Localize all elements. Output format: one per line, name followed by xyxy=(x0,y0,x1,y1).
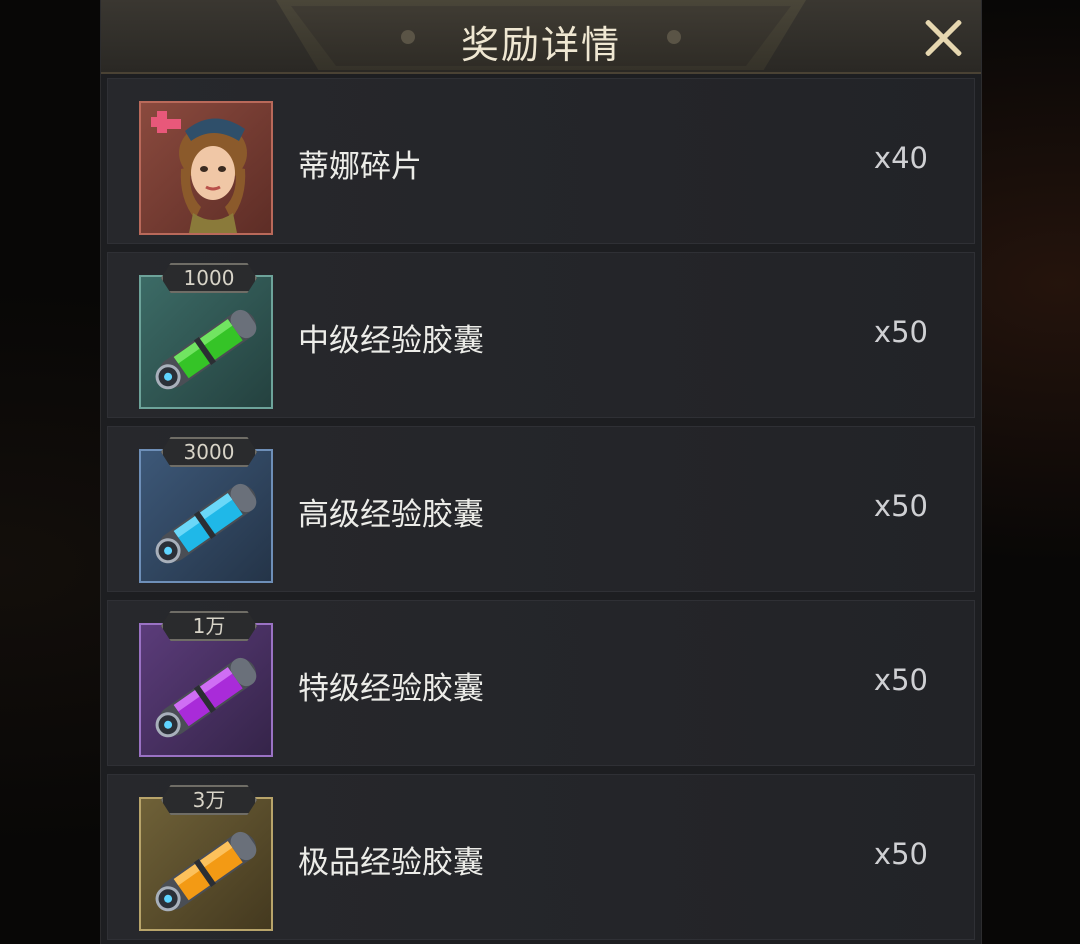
close-icon[interactable] xyxy=(919,14,967,62)
reward-name: 蒂娜碎片 xyxy=(298,149,422,185)
value-badge: 3000 xyxy=(161,437,257,467)
value-badge: 1万 xyxy=(161,611,257,641)
purple-exp-capsule-icon[interactable]: 1万 xyxy=(139,611,273,757)
value-badge: 3万 xyxy=(161,785,257,815)
orange-exp-capsule-icon[interactable]: 3万 xyxy=(139,785,273,931)
blue-exp-capsule-icon[interactable]: 3000 xyxy=(139,437,273,583)
reward-quantity: x50 xyxy=(873,315,928,349)
reward-row: 蒂娜碎片 x40 xyxy=(107,78,975,244)
value-badge: 1000 xyxy=(161,263,257,293)
reward-row: 3000 高级经验胶囊 x50 xyxy=(107,426,975,592)
reward-name: 高级经验胶囊 xyxy=(298,497,484,533)
reward-name: 中级经验胶囊 xyxy=(298,323,484,359)
reward-quantity: x50 xyxy=(873,489,928,523)
reward-name: 特级经验胶囊 xyxy=(298,671,484,707)
dialog-title: 奖励详情 xyxy=(460,23,621,67)
reward-row: 1000 中级经验胶囊 x50 xyxy=(107,252,975,418)
reward-quantity: x40 xyxy=(873,141,928,175)
character-fragment-portrait-icon[interactable] xyxy=(139,101,273,235)
green-exp-capsule-icon[interactable]: 1000 xyxy=(139,263,273,409)
reward-quantity: x50 xyxy=(873,837,928,871)
dialog-header: 奖励详情 xyxy=(101,0,981,74)
reward-row: 3万 极品经验胶囊 x50 xyxy=(107,774,975,940)
reward-row: 1万 特级经验胶囊 x50 xyxy=(107,600,975,766)
reward-quantity: x50 xyxy=(873,663,928,697)
reward-name: 极品经验胶囊 xyxy=(298,845,484,881)
reward-details-dialog: 奖励详情 蒂娜碎片 x40 1000 中级经验胶囊 x50 3000 高级经验胶… xyxy=(100,0,982,944)
